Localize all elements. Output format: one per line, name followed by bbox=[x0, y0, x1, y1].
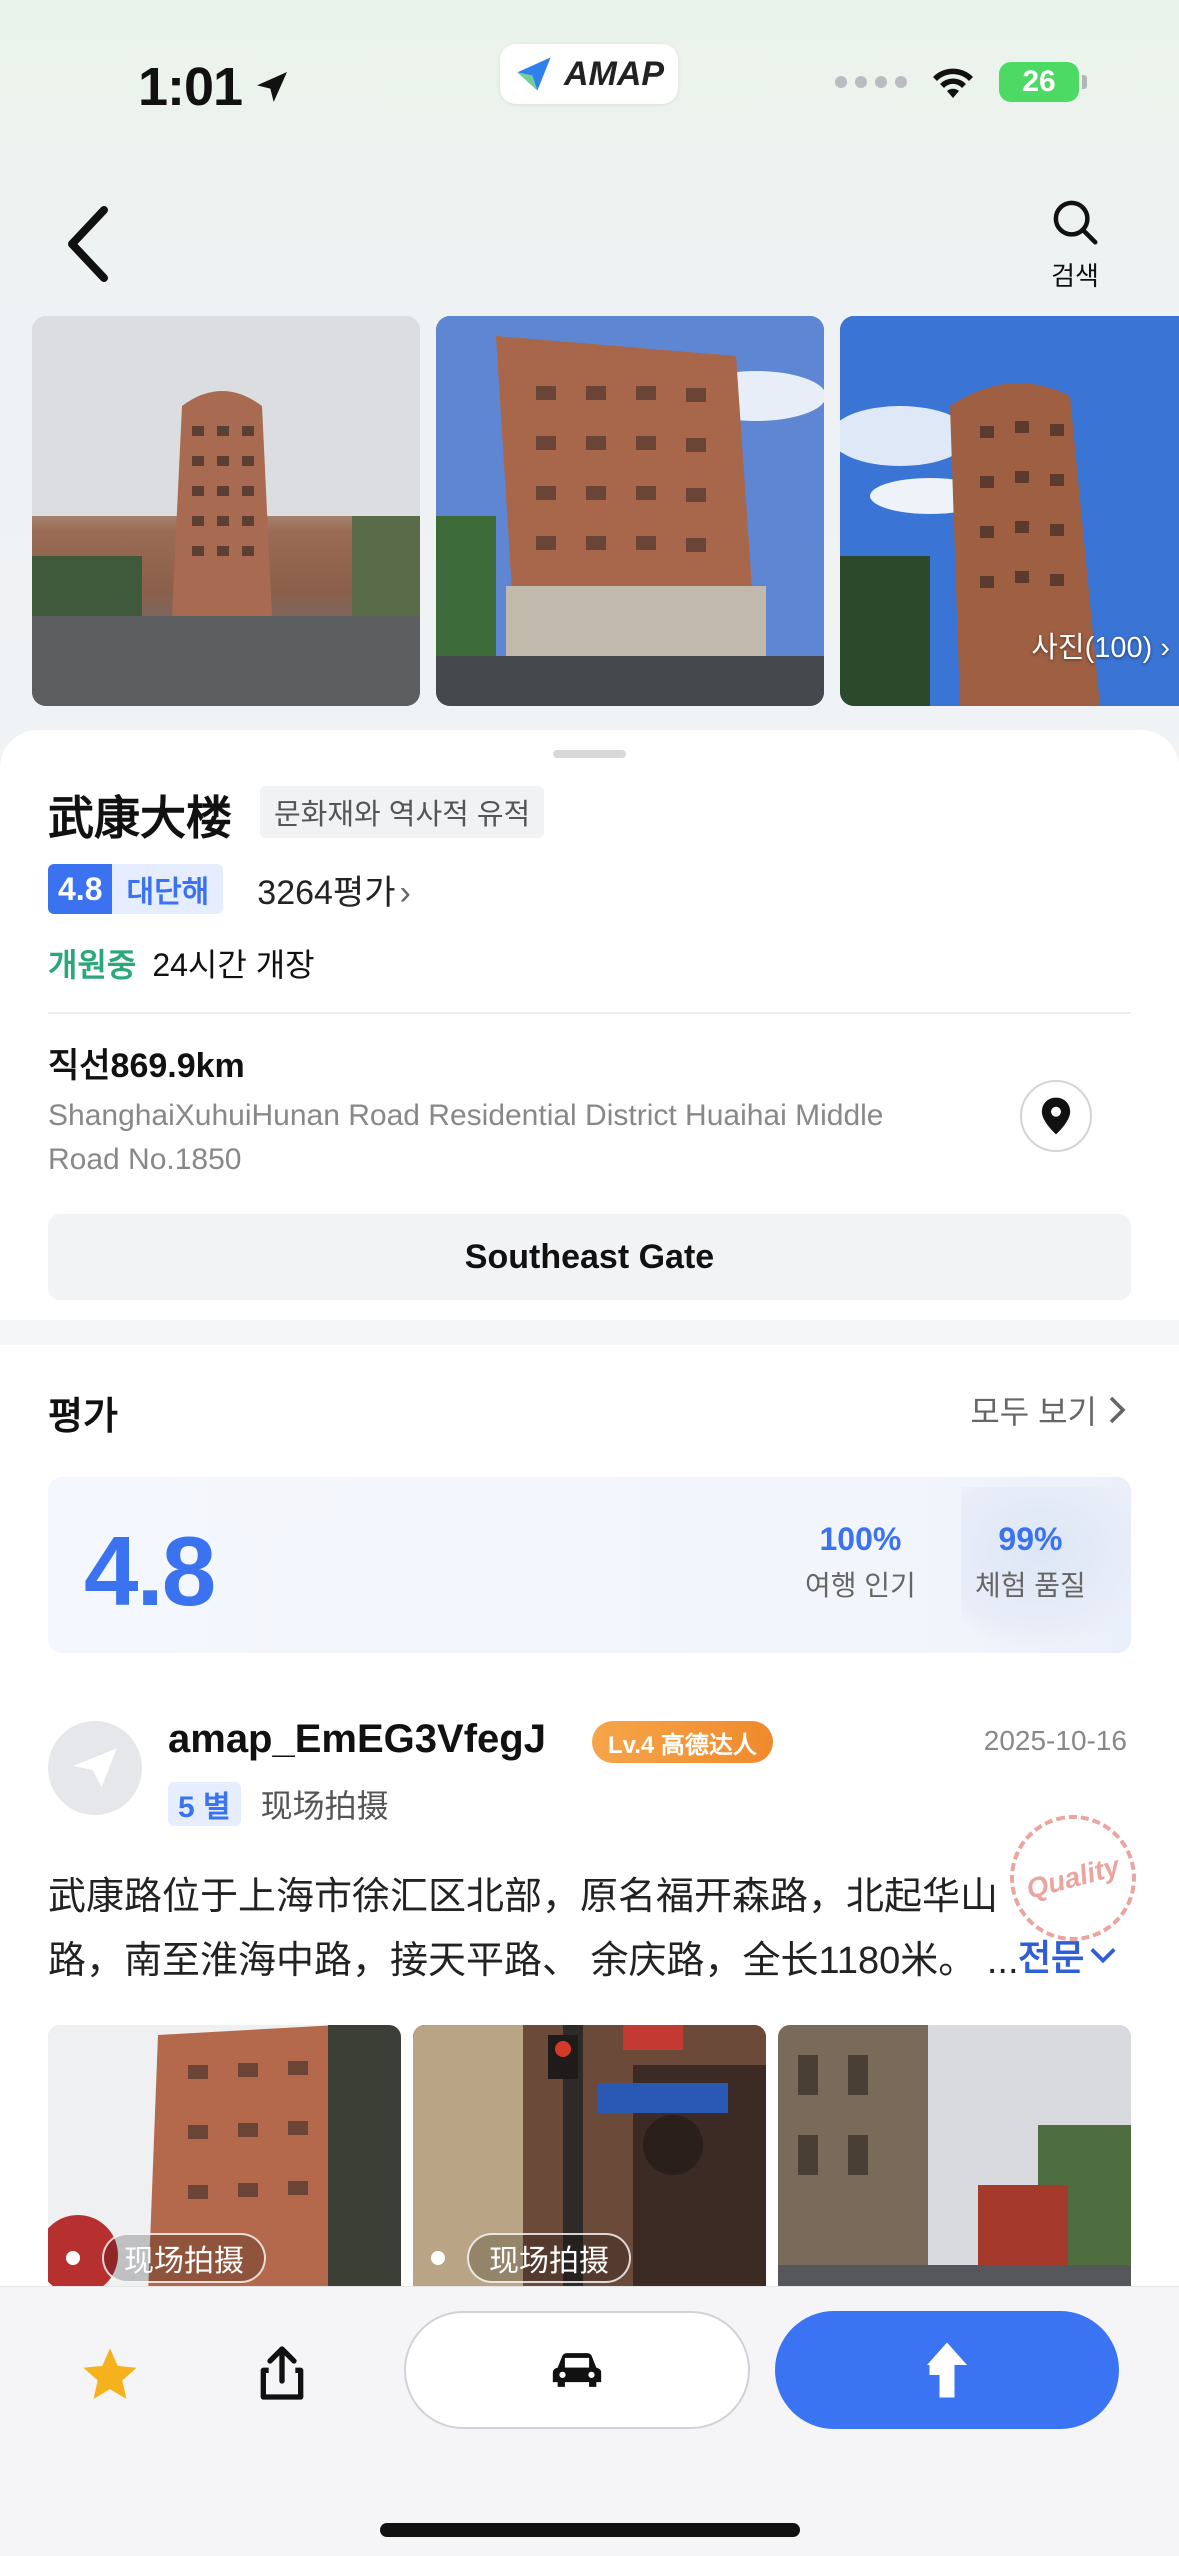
paper-plane-icon bbox=[73, 1748, 117, 1788]
indicator-dot bbox=[431, 2251, 445, 2265]
review-count-link[interactable]: 3264평가 › bbox=[257, 865, 411, 914]
review-date: 2025-10-16 bbox=[983, 1725, 1127, 1756]
reviews-section: 평가 모두 보기 4.8 100% 여행 인기 99% 체험 품질 amap_E… bbox=[0, 1345, 1179, 2345]
review-text: 武康路位于上海市徐汇区北部，原名福开森路，北起华山路，南至淮海中路，接天平路、 … bbox=[48, 1876, 1019, 1982]
map-pin-button[interactable] bbox=[1020, 1080, 1092, 1152]
indicator-dot bbox=[66, 2251, 80, 2265]
open-hours: 24시간 개장 bbox=[152, 947, 315, 983]
opening-hours: 개원중 24시간 개장 bbox=[48, 940, 315, 986]
reviewer-name[interactable]: amap_EmEG3VfegJ bbox=[168, 1717, 546, 1762]
amap-return-badge[interactable]: AMAP bbox=[500, 44, 678, 104]
home-indicator bbox=[380, 2523, 800, 2537]
chevron-down-icon bbox=[1090, 1948, 1116, 1964]
review-photo[interactable]: 现场拍摄 bbox=[413, 2025, 766, 2295]
building-illustration bbox=[436, 316, 824, 706]
metric-quality: 99% 체험 품질 bbox=[975, 1521, 1086, 1604]
search-button[interactable]: 검색 bbox=[1040, 195, 1110, 293]
metric-value: 99% bbox=[998, 1521, 1063, 1557]
star-rating-badge: 5 별 bbox=[168, 1782, 241, 1826]
distance-text: 직선869.9km bbox=[48, 1047, 245, 1085]
poi-photo[interactable]: 사진(100) › bbox=[840, 316, 1179, 706]
address-text: ShanghaiXuhuiHunan Road Residential Dist… bbox=[48, 1099, 884, 1176]
share-icon bbox=[260, 2346, 304, 2400]
review-count-text: 3264평가 bbox=[257, 873, 396, 912]
status-indicators: 26 bbox=[835, 62, 1087, 102]
drive-route-button[interactable] bbox=[404, 2311, 750, 2429]
level-badge: Lv.4 高德达人 bbox=[592, 1721, 773, 1763]
share-button[interactable] bbox=[250, 2341, 314, 2405]
poi-name: 武康大楼 bbox=[48, 792, 232, 844]
avatar[interactable] bbox=[48, 1721, 142, 1815]
rating-score: 4.8 bbox=[48, 864, 113, 914]
wifi-icon bbox=[933, 68, 973, 98]
star-icon bbox=[83, 2348, 137, 2399]
poi-info-sheet: 武康大楼 문화재와 역사적 유적 4.8 대단해 3264평가 › 개원중 24시… bbox=[0, 730, 1179, 1320]
building-illustration bbox=[32, 316, 420, 706]
poi-photo[interactable] bbox=[32, 316, 420, 706]
poi-category-tag: 문화재와 역사적 유적 bbox=[260, 786, 545, 838]
rating-row[interactable]: 4.8 대단해 3264평가 › bbox=[48, 864, 411, 914]
back-chevron-icon bbox=[68, 206, 108, 282]
search-label: 검색 bbox=[1051, 261, 1099, 291]
view-all-label: 모두 보기 bbox=[970, 1394, 1097, 1430]
battery-indicator: 26 bbox=[999, 62, 1087, 102]
photo-tag: 现场拍摄 bbox=[467, 2233, 631, 2283]
chevron-right-icon: › bbox=[399, 873, 411, 912]
metric-popularity: 100% 여행 인기 bbox=[805, 1521, 916, 1604]
favorite-button[interactable] bbox=[78, 2343, 142, 2407]
drag-handle[interactable] bbox=[553, 750, 626, 758]
navigate-arrow-icon bbox=[927, 2342, 967, 2398]
battery-level: 26 bbox=[1022, 65, 1056, 98]
review-meta: 5 별 现场拍摄 bbox=[168, 1781, 389, 1827]
score-summary-card: 4.8 100% 여행 인기 99% 체험 품질 bbox=[48, 1477, 1131, 1653]
gate-button[interactable]: Southeast Gate bbox=[48, 1214, 1131, 1300]
time-text: 1:01 bbox=[138, 57, 243, 117]
search-icon bbox=[1053, 200, 1098, 245]
bottom-action-bar bbox=[0, 2286, 1179, 2556]
expand-review-button[interactable]: 전문 bbox=[1018, 1929, 1118, 1981]
view-all-reviews-link[interactable]: 모두 보기 bbox=[970, 1387, 1127, 1433]
rating-word: 대단해 bbox=[112, 864, 224, 914]
metric-label: 여행 인기 bbox=[805, 1570, 916, 1601]
pin-icon bbox=[1041, 1097, 1071, 1135]
review-tag: 现场拍摄 bbox=[260, 1788, 389, 1824]
car-icon bbox=[552, 2353, 602, 2387]
poi-photo[interactable] bbox=[436, 316, 824, 706]
reviews-title: 평가 bbox=[48, 1396, 118, 1438]
metric-value: 100% bbox=[819, 1521, 902, 1557]
photo-count-link[interactable]: 사진(100) › bbox=[1031, 624, 1170, 666]
back-button[interactable] bbox=[60, 200, 120, 290]
amap-logo-icon bbox=[517, 57, 551, 91]
metric-label: 체험 품질 bbox=[975, 1570, 1086, 1601]
overall-score: 4.8 bbox=[84, 1516, 216, 1626]
navigate-button[interactable] bbox=[775, 2311, 1119, 2429]
location-arrow-icon bbox=[257, 72, 288, 102]
review-photo[interactable]: 现场拍摄 bbox=[48, 2025, 401, 2295]
review-photo[interactable] bbox=[778, 2025, 1131, 2295]
photo-carousel[interactable]: 사진(100) › bbox=[32, 316, 1179, 708]
open-status: 개원중 bbox=[48, 947, 137, 983]
divider bbox=[48, 1012, 1131, 1014]
street-illustration bbox=[778, 2025, 1131, 2295]
cellular-signal-icon bbox=[835, 76, 907, 88]
status-time: 1:01 bbox=[138, 56, 292, 118]
chevron-right-icon bbox=[1109, 1396, 1126, 1424]
expand-label: 전문 bbox=[1018, 1937, 1085, 1978]
photo-tag: 现场拍摄 bbox=[102, 2233, 266, 2283]
amap-badge-label: AMAP bbox=[563, 54, 665, 93]
